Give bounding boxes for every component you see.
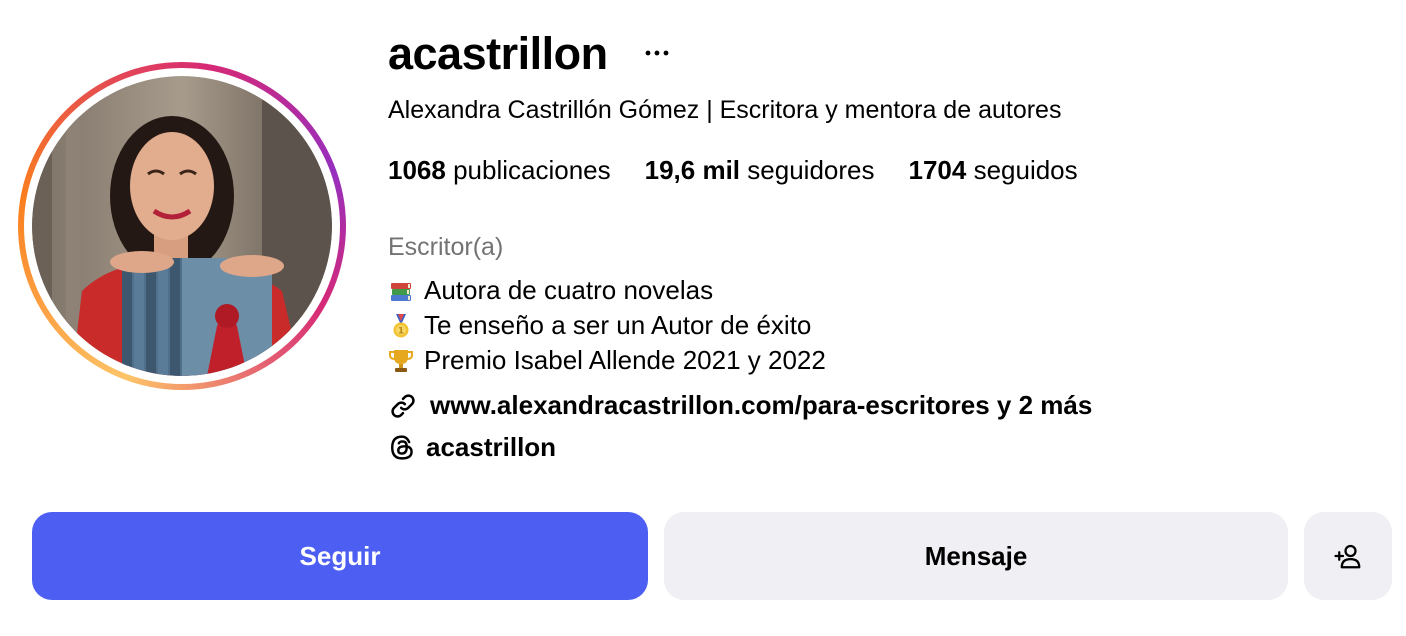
avatar[interactable] [32, 76, 332, 376]
profile-avatar-story-ring[interactable] [18, 62, 346, 390]
follow-button[interactable]: Seguir [32, 512, 648, 600]
profile-bio: Autora de cuatro novelas 1 Te enseño a s… [388, 273, 826, 378]
trophy-emoji-icon [389, 349, 413, 372]
link-icon [391, 393, 415, 418]
suggested-accounts-button[interactable] [1304, 512, 1392, 600]
following-stat[interactable]: 1704 seguidos [908, 154, 1077, 186]
bio-text: Premio Isabel Allende 2021 y 2022 [424, 345, 826, 375]
profile-stats: 1068 publicaciones 19,6 mil seguidores 1… [388, 154, 1078, 186]
bio-line: Autora de cuatro novelas [388, 273, 826, 308]
more-options-button[interactable] [640, 36, 674, 70]
svg-text:1: 1 [398, 326, 404, 336]
external-link-text: www.alexandracastrillon.com/para-escrito… [430, 390, 1093, 420]
avatar-border [24, 68, 340, 384]
profile-full-name: Alexandra Castrillón Gómez | Escritora y… [388, 96, 1062, 124]
followers-label: seguidores [747, 155, 875, 185]
threads-icon [391, 435, 413, 460]
posts-stat: 1068 publicaciones [388, 154, 611, 186]
bio-text: Te enseño a ser un Autor de éxito [424, 310, 812, 340]
medal-emoji-icon: 1 [393, 313, 409, 337]
external-link[interactable]: www.alexandracastrillon.com/para-escrito… [388, 390, 1092, 421]
threads-handle: acastrillon [426, 432, 557, 462]
followers-stat[interactable]: 19,6 mil seguidores [645, 154, 875, 186]
posts-count: 1068 [388, 155, 446, 185]
bio-text: Autora de cuatro novelas [424, 275, 714, 305]
add-person-icon [1334, 544, 1361, 569]
profile-category: Escritor(a) [388, 233, 504, 261]
books-emoji-icon [391, 282, 411, 301]
bio-line: 1 Te enseño a ser un Autor de éxito [388, 308, 826, 343]
threads-link[interactable]: acastrillon [388, 432, 556, 463]
followers-count: 19,6 mil [644, 155, 741, 185]
following-label: seguidos [973, 155, 1078, 185]
message-button[interactable]: Mensaje [664, 512, 1288, 600]
following-count: 1704 [908, 155, 967, 185]
ellipsis-icon [645, 50, 669, 56]
posts-label: publicaciones [453, 155, 611, 185]
profile-username: acastrillon [388, 28, 608, 79]
bio-line: Premio Isabel Allende 2021 y 2022 [388, 343, 826, 378]
